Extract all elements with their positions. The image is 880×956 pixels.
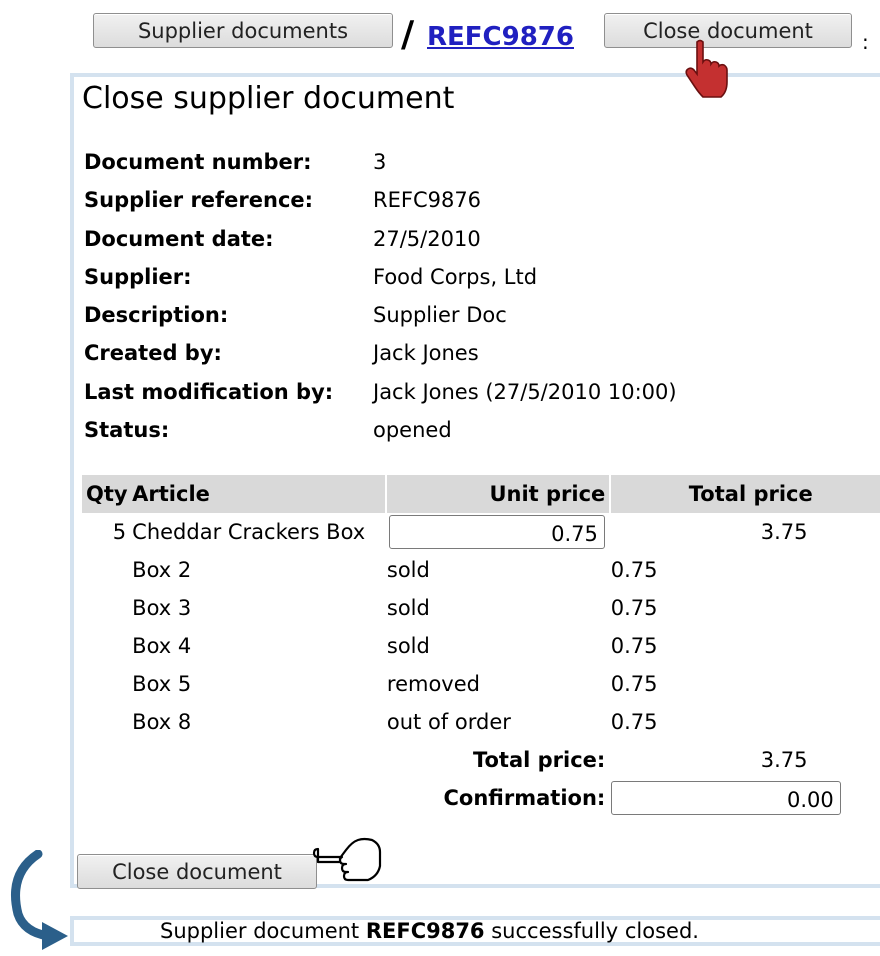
line-total-price: 3.75 xyxy=(760,520,808,544)
box-name: Box 3 xyxy=(132,596,192,620)
toolbar-trailing: : xyxy=(862,30,869,54)
table-row: Box 4 sold 0.75 xyxy=(82,627,880,665)
field-label: Supplier: xyxy=(84,264,192,289)
total-price-label: Total price: xyxy=(472,748,606,772)
header-article: Article xyxy=(132,475,386,513)
field-value: 27/5/2010 xyxy=(373,226,481,251)
unit-price-input[interactable] xyxy=(388,515,605,549)
confirmation-input[interactable] xyxy=(610,781,841,815)
document-info: Document number: 3 Supplier reference: REF… xyxy=(84,143,677,449)
items-table: Qty Article Unit price Total price 5 Che… xyxy=(82,475,880,817)
header-unit-price: Unit price xyxy=(386,475,610,513)
field-label: Last modification by: xyxy=(84,379,334,404)
header-total-price: Total price xyxy=(610,475,880,513)
hand-cursor-icon xyxy=(685,39,728,98)
unit-price-cell xyxy=(387,513,609,551)
box-name: Box 4 xyxy=(132,634,192,658)
box-status: out of order xyxy=(386,710,511,734)
box-price: 0.75 xyxy=(610,558,658,582)
box-name: Box 5 xyxy=(132,672,192,696)
success-message: Supplier document REFC9876 successfully … xyxy=(70,916,880,946)
cell-empty xyxy=(82,741,132,779)
message-prefix: Supplier document xyxy=(160,919,366,943)
header-qty: Qty xyxy=(82,475,133,513)
cell-empty xyxy=(82,779,132,817)
box-price: 0.75 xyxy=(610,634,658,658)
table-row: Box 5 removed 0.75 xyxy=(82,665,880,703)
table-row: Box 3 sold 0.75 xyxy=(82,589,880,627)
cell-empty xyxy=(82,703,132,741)
message-suffix: successfully closed. xyxy=(484,919,699,943)
cell-empty xyxy=(132,779,385,817)
table-row: Box 2 sold 0.75 xyxy=(82,551,880,589)
total-row: Total price: 3.75 xyxy=(82,741,880,779)
supplier-documents-button[interactable]: Supplier documents xyxy=(93,13,393,48)
pointing-hand-icon xyxy=(312,837,382,882)
field-label: Document number: xyxy=(84,150,312,174)
total-price-value: 3.75 xyxy=(760,748,808,772)
cell-empty xyxy=(82,589,132,627)
box-status: sold xyxy=(386,634,430,658)
cell-empty xyxy=(82,627,132,665)
confirmation-cell xyxy=(610,779,880,817)
table-header-row: Qty Article Unit price Total price xyxy=(82,475,880,513)
line-qty: 5 xyxy=(112,520,127,544)
table-row: 5 Cheddar Crackers Box 3.75 xyxy=(82,513,880,551)
confirmation-row: Confirmation: xyxy=(82,779,880,817)
field-value: REFC9876 xyxy=(373,188,482,213)
message-reference: REFC9876 xyxy=(365,919,485,943)
box-price: 0.75 xyxy=(610,672,658,696)
field-label: Document date: xyxy=(84,226,274,251)
curved-arrow-icon xyxy=(11,850,68,950)
field-value: Food Corps, Ltd xyxy=(373,264,538,289)
box-price: 0.75 xyxy=(610,710,658,734)
field-label: Status: xyxy=(84,418,170,443)
field-row: Supplier: Food Corps, Ltd xyxy=(84,258,677,296)
field-row: Created by: Jack Jones xyxy=(84,334,677,372)
cell-empty xyxy=(82,551,132,589)
box-status: sold xyxy=(386,596,430,620)
field-value: 3 xyxy=(373,150,387,174)
panel-title: Close supplier document xyxy=(82,81,455,116)
confirmation-label: Confirmation: xyxy=(443,786,606,810)
field-row: Document number: 3 xyxy=(84,143,677,181)
cell-empty xyxy=(132,741,385,779)
field-row: Description: Supplier Doc xyxy=(84,296,677,334)
field-value: Jack Jones xyxy=(373,341,479,366)
cell-empty xyxy=(82,665,132,703)
field-label: Created by: xyxy=(84,341,222,366)
box-price: 0.75 xyxy=(610,596,658,620)
table-row: Box 8 out of order 0.75 xyxy=(82,703,880,741)
field-row: Last modification by: Jack Jones (27/5/20… xyxy=(84,373,677,411)
document-reference-link[interactable]: REFC9876 xyxy=(427,22,574,52)
field-row: Supplier reference: REFC9876 xyxy=(84,181,677,219)
field-label: Description: xyxy=(84,303,229,328)
field-value: Supplier Doc xyxy=(373,303,507,328)
box-name: Box 8 xyxy=(132,710,192,734)
field-value: opened xyxy=(373,418,452,443)
field-row: Status: opened xyxy=(84,411,677,449)
close-document-submit-button[interactable]: Close document xyxy=(77,854,317,889)
field-value: Jack Jones (27/5/2010 10:00) xyxy=(373,379,677,404)
line-article: Cheddar Crackers Box xyxy=(132,520,366,544)
field-label: Supplier reference: xyxy=(84,188,314,213)
close-document-panel: Close supplier document Document number:… xyxy=(70,73,880,889)
field-row: Document date: 27/5/2010 xyxy=(84,220,677,258)
box-status: sold xyxy=(386,558,430,582)
box-name: Box 2 xyxy=(132,558,192,582)
breadcrumb-separator: / xyxy=(401,14,415,55)
box-status: removed xyxy=(386,672,480,696)
